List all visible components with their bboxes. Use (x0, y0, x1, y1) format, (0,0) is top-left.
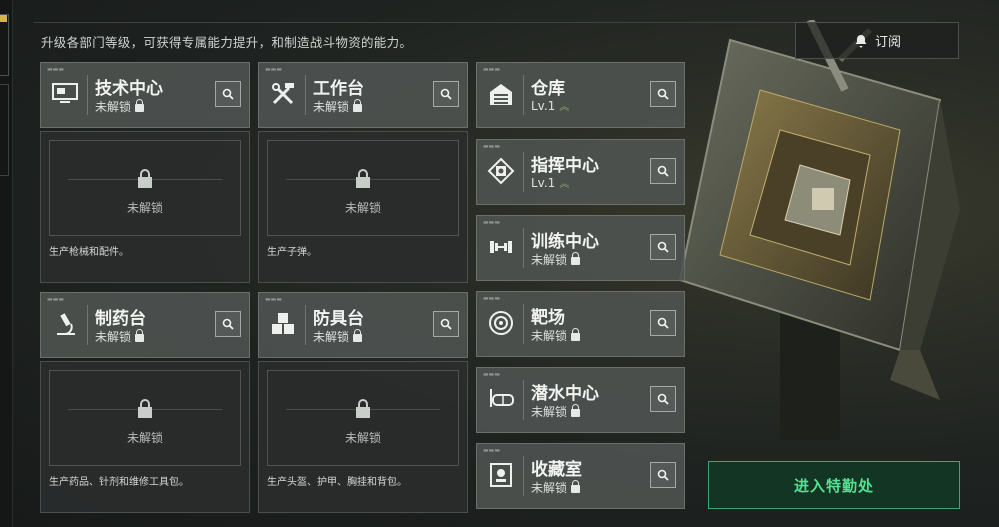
dept-detail-armor-bench: 未解锁 生产头盔、护甲、胸挂和背包。 (258, 361, 468, 513)
inspect-button[interactable] (433, 311, 459, 337)
locked-panel: 未解锁 (49, 370, 241, 466)
dept-card-tech-center[interactable]: ▬▬▬ 技术中心 未解锁 (40, 62, 250, 128)
dept-title: 指挥中心 (531, 156, 599, 176)
dept-title: 防具台 (313, 309, 364, 329)
dept-title: 工作台 (313, 79, 364, 99)
locked-panel: 未解锁 (267, 140, 459, 236)
magnifier-icon (222, 88, 234, 100)
magnifier-icon (657, 469, 669, 481)
chip-icon (486, 156, 516, 186)
lock-icon (353, 329, 363, 342)
lock-icon (138, 169, 152, 188)
diving-mask-icon (486, 384, 516, 414)
warehouse-icon (486, 79, 516, 109)
dept-title: 靶场 (531, 308, 565, 328)
dept-title: 收藏室 (531, 460, 582, 480)
monitor-icon (50, 79, 80, 109)
dept-description: 生产子弹。 (267, 247, 317, 258)
lock-icon (571, 252, 581, 265)
magnifier-icon (440, 318, 452, 330)
level-chevron-icon: ︽ (559, 102, 570, 113)
dept-title: 制药台 (95, 309, 146, 329)
dept-detail-pharmacy: 未解锁 生产药品、针剂和维修工具包。 (40, 361, 250, 513)
page-subtitle: 升级各部门等级，可获得专属能力提升，和制造战斗物资的能力。 (41, 35, 413, 50)
dept-card-collection-room[interactable]: ▬▬▬ 收藏室 未解锁 (476, 443, 685, 509)
locked-label: 未解锁 (344, 201, 381, 215)
dept-status: 未解锁 (531, 251, 581, 268)
dept-status: 未解锁 (531, 403, 581, 420)
locked-label: 未解锁 (344, 431, 381, 445)
left-rail (0, 0, 13, 527)
dept-detail-tech-center: 未解锁 生产枪械和配件。 (40, 131, 250, 283)
collection-icon (486, 460, 516, 490)
dept-status: 未解锁 (313, 328, 363, 345)
inspect-button[interactable] (215, 81, 241, 107)
lock-icon (356, 169, 370, 188)
lock-icon (571, 480, 581, 493)
dept-card-diving-center[interactable]: ▬▬▬ 潜水中心 未解锁 (476, 367, 685, 433)
bell-icon (855, 34, 867, 47)
dept-title: 技术中心 (95, 79, 163, 99)
magnifier-icon (440, 88, 452, 100)
dept-title: 仓库 (531, 79, 565, 99)
lock-icon (135, 99, 145, 112)
inspect-button[interactable] (650, 310, 676, 336)
dept-card-warehouse[interactable]: ▬▬▬ 仓库 Lv.1 ︽ (476, 62, 685, 128)
dept-title: 潜水中心 (531, 384, 599, 404)
armor-blocks-icon (268, 309, 298, 339)
dept-description: 生产枪械和配件。 (49, 247, 129, 258)
lock-icon (135, 329, 145, 342)
locked-label: 未解锁 (126, 201, 163, 215)
dept-status: Lv.1 ︽ (531, 175, 570, 191)
target-icon (486, 308, 516, 338)
dept-status: 未解锁 (531, 479, 581, 496)
level-chevron-icon: ︽ (559, 179, 570, 190)
dept-description: 生产头盔、护甲、胸挂和背包。 (267, 477, 407, 488)
inspect-button[interactable] (650, 234, 676, 260)
locked-label: 未解锁 (126, 431, 163, 445)
inspect-button[interactable] (215, 311, 241, 337)
inspect-button[interactable] (650, 462, 676, 488)
lock-icon (353, 99, 363, 112)
dept-card-command-center[interactable]: ▬▬▬ 指挥中心 Lv.1 ︽ (476, 139, 685, 205)
magnifier-icon (657, 88, 669, 100)
cube-artwork (678, 20, 960, 440)
dept-card-armor-bench[interactable]: ▬▬▬ 防具台 未解锁 (258, 292, 468, 358)
enter-special-ops-button[interactable]: 进入特勤处 (708, 461, 960, 509)
subscribe-label: 订阅 (874, 35, 901, 50)
lock-icon (571, 328, 581, 341)
dept-detail-workbench: 未解锁 生产子弹。 (258, 131, 468, 283)
inspect-button[interactable] (650, 81, 676, 107)
inspect-button[interactable] (433, 81, 459, 107)
magnifier-icon (657, 317, 669, 329)
dept-status: 未解锁 (313, 98, 363, 115)
dept-card-pharmacy[interactable]: ▬▬▬ 制药台 未解锁 (40, 292, 250, 358)
dept-status: Lv.1 ︽ (531, 98, 570, 114)
dept-status: 未解锁 (95, 328, 145, 345)
dept-status: 未解锁 (531, 327, 581, 344)
dept-card-training-center[interactable]: ▬▬▬ 训练中心 未解锁 (476, 215, 685, 281)
microscope-icon (50, 309, 80, 339)
tools-icon (268, 79, 298, 109)
lock-icon (138, 399, 152, 418)
magnifier-icon (222, 318, 234, 330)
dumbbell-icon (486, 232, 516, 262)
inspect-button[interactable] (650, 158, 676, 184)
subscribe-button[interactable]: 订阅 (795, 22, 959, 59)
lock-icon (356, 399, 370, 418)
locked-panel: 未解锁 (267, 370, 459, 466)
dept-card-workbench[interactable]: ▬▬▬ 工作台 未解锁 (258, 62, 468, 128)
rail-tab[interactable] (0, 84, 9, 176)
dept-status: 未解锁 (95, 98, 145, 115)
magnifier-icon (657, 241, 669, 253)
rail-tab-active[interactable] (0, 14, 9, 76)
locked-panel: 未解锁 (49, 140, 241, 236)
inspect-button[interactable] (650, 386, 676, 412)
magnifier-icon (657, 165, 669, 177)
dept-title: 训练中心 (531, 232, 599, 252)
lock-icon (571, 404, 581, 417)
dept-description: 生产药品、针剂和维修工具包。 (49, 477, 189, 488)
magnifier-icon (657, 393, 669, 405)
dept-card-shooting-range[interactable]: ▬▬▬ 靶场 未解锁 (476, 291, 685, 357)
